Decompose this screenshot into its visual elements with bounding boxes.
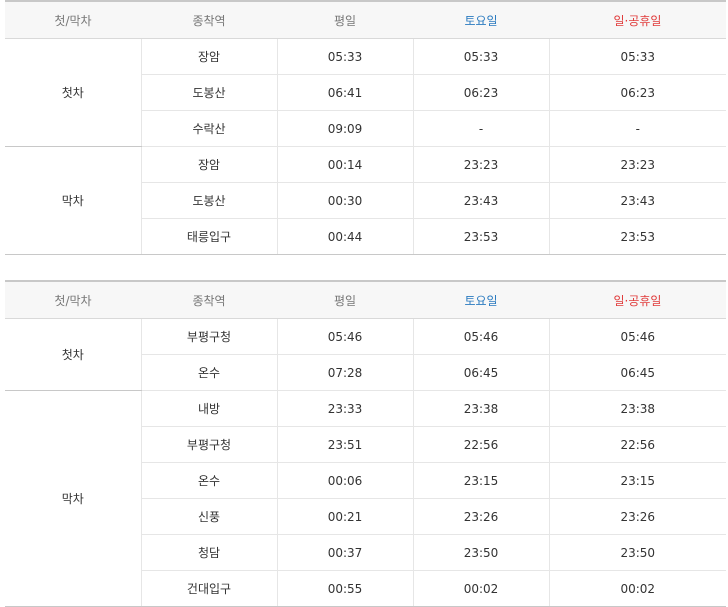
col-header-saturday: 토요일	[413, 280, 549, 319]
saturday-time: 23:43	[412, 182, 549, 219]
station-cell: 장암	[140, 146, 277, 183]
saturday-time: 06:23	[412, 74, 549, 111]
holiday-time: -	[548, 110, 726, 147]
group-label-first: 첫차	[5, 38, 141, 147]
weekday-time: 00:37	[276, 534, 413, 571]
saturday-time: 23:38	[412, 390, 549, 427]
saturday-time: 22:56	[412, 426, 549, 463]
col-header-saturday: 토요일	[413, 0, 549, 39]
holiday-time: 23:38	[548, 390, 726, 427]
station-cell: 온수	[140, 354, 277, 391]
saturday-time: 00:02	[412, 570, 549, 607]
holiday-time: 05:33	[548, 38, 726, 75]
group-label-last: 막차	[5, 390, 141, 607]
station-cell: 태릉입구	[140, 218, 277, 255]
station-cell: 수락산	[140, 110, 277, 147]
weekday-time: 23:51	[276, 426, 413, 463]
saturday-time: 23:50	[412, 534, 549, 571]
weekday-time: 00:55	[276, 570, 413, 607]
holiday-time: 23:26	[548, 498, 726, 535]
station-cell: 신풍	[140, 498, 277, 535]
holiday-time: 06:23	[548, 74, 726, 111]
weekday-time: 00:44	[276, 218, 413, 255]
holiday-time: 23:50	[548, 534, 726, 571]
saturday-time: 23:15	[412, 462, 549, 499]
weekday-time: 00:14	[276, 146, 413, 183]
station-cell: 내방	[140, 390, 277, 427]
holiday-time: 23:43	[548, 182, 726, 219]
holiday-time: 23:23	[548, 146, 726, 183]
station-cell: 건대입구	[140, 570, 277, 607]
col-header-holiday: 일·공휴일	[549, 280, 726, 319]
col-header-weekday: 평일	[277, 0, 413, 39]
weekday-time: 00:30	[276, 182, 413, 219]
holiday-time: 23:15	[548, 462, 726, 499]
group-label-last: 막차	[5, 146, 141, 255]
col-header-type: 첫/막차	[5, 0, 141, 39]
holiday-time: 05:46	[548, 318, 726, 355]
station-cell: 청담	[140, 534, 277, 571]
weekday-time: 05:46	[276, 318, 413, 355]
saturday-time: -	[412, 110, 549, 147]
table-header-row: 첫/막차 종착역 평일 토요일 일·공휴일	[5, 280, 726, 319]
col-header-station: 종착역	[141, 280, 277, 319]
station-cell: 부평구청	[140, 426, 277, 463]
timetable-1: 첫/막차 종착역 평일 토요일 일·공휴일 첫차 장암 05:33 05:33 …	[5, 0, 726, 255]
weekday-time: 23:33	[276, 390, 413, 427]
holiday-time: 06:45	[548, 354, 726, 391]
table-row: 첫차 부평구청 05:46 05:46 05:46	[5, 318, 726, 391]
table-row: 첫차 장암 05:33 05:33 05:33	[5, 38, 726, 147]
holiday-time: 22:56	[548, 426, 726, 463]
weekday-time: 05:33	[276, 38, 413, 75]
weekday-time: 07:28	[276, 354, 413, 391]
saturday-time: 05:33	[412, 38, 549, 75]
station-cell: 온수	[140, 462, 277, 499]
weekday-time: 06:41	[276, 74, 413, 111]
col-header-station: 종착역	[141, 0, 277, 39]
saturday-time: 23:26	[412, 498, 549, 535]
saturday-time: 23:23	[412, 146, 549, 183]
col-header-holiday: 일·공휴일	[549, 0, 726, 39]
table-row: 막차 내방 23:33 23:38 23:38	[5, 390, 726, 607]
saturday-time: 06:45	[412, 354, 549, 391]
holiday-time: 23:53	[548, 218, 726, 255]
station-cell: 장암	[140, 38, 277, 75]
table-header-row: 첫/막차 종착역 평일 토요일 일·공휴일	[5, 0, 726, 39]
station-cell: 도봉산	[140, 74, 277, 111]
holiday-time: 00:02	[548, 570, 726, 607]
weekday-time: 00:21	[276, 498, 413, 535]
weekday-time: 00:06	[276, 462, 413, 499]
station-cell: 도봉산	[140, 182, 277, 219]
table-row: 막차 장암 00:14 23:23 23:23	[5, 146, 726, 255]
col-header-type: 첫/막차	[5, 280, 141, 319]
saturday-time: 23:53	[412, 218, 549, 255]
saturday-time: 05:46	[412, 318, 549, 355]
group-label-first: 첫차	[5, 318, 141, 391]
weekday-time: 09:09	[276, 110, 413, 147]
station-cell: 부평구청	[140, 318, 277, 355]
col-header-weekday: 평일	[277, 280, 413, 319]
timetable-2: 첫/막차 종착역 평일 토요일 일·공휴일 첫차 부평구청 05:46 05:4…	[5, 280, 726, 607]
